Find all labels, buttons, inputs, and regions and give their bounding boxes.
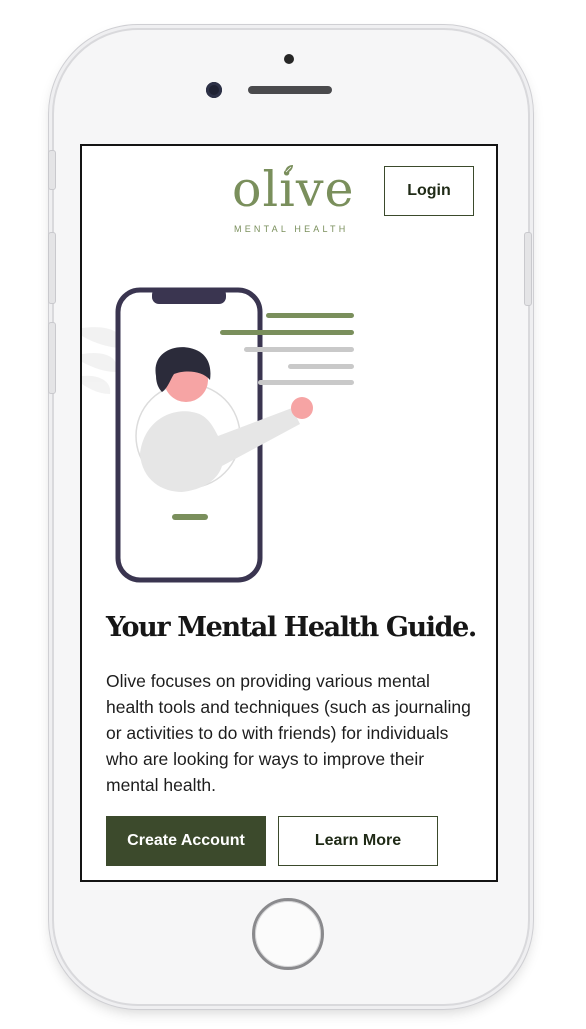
- front-camera-icon: [206, 82, 222, 98]
- create-account-button[interactable]: Create Account: [106, 816, 266, 866]
- power-button: [524, 232, 532, 306]
- learn-more-button[interactable]: Learn More: [278, 816, 438, 866]
- hero-description: Olive focuses on providing various menta…: [106, 671, 471, 795]
- volume-down-button: [48, 322, 56, 394]
- mute-switch: [48, 150, 56, 190]
- app-screen: olive MENTAL HEALTH Login Your Mental He…: [80, 144, 498, 882]
- login-button[interactable]: Login: [384, 166, 474, 216]
- page-title: Your Mental Health Guide.: [106, 612, 477, 643]
- logo-tagline: MENTAL HEALTH: [234, 224, 349, 234]
- phone-notch: [152, 288, 226, 304]
- earpiece-speaker: [248, 86, 332, 94]
- hero-illustration: [82, 287, 354, 583]
- olive-logo[interactable]: olive MENTAL HEALTH: [232, 160, 354, 234]
- proximity-sensor: [284, 54, 294, 64]
- volume-up-button: [48, 232, 56, 304]
- home-button[interactable]: [252, 898, 324, 970]
- leaf-icon: [285, 165, 293, 173]
